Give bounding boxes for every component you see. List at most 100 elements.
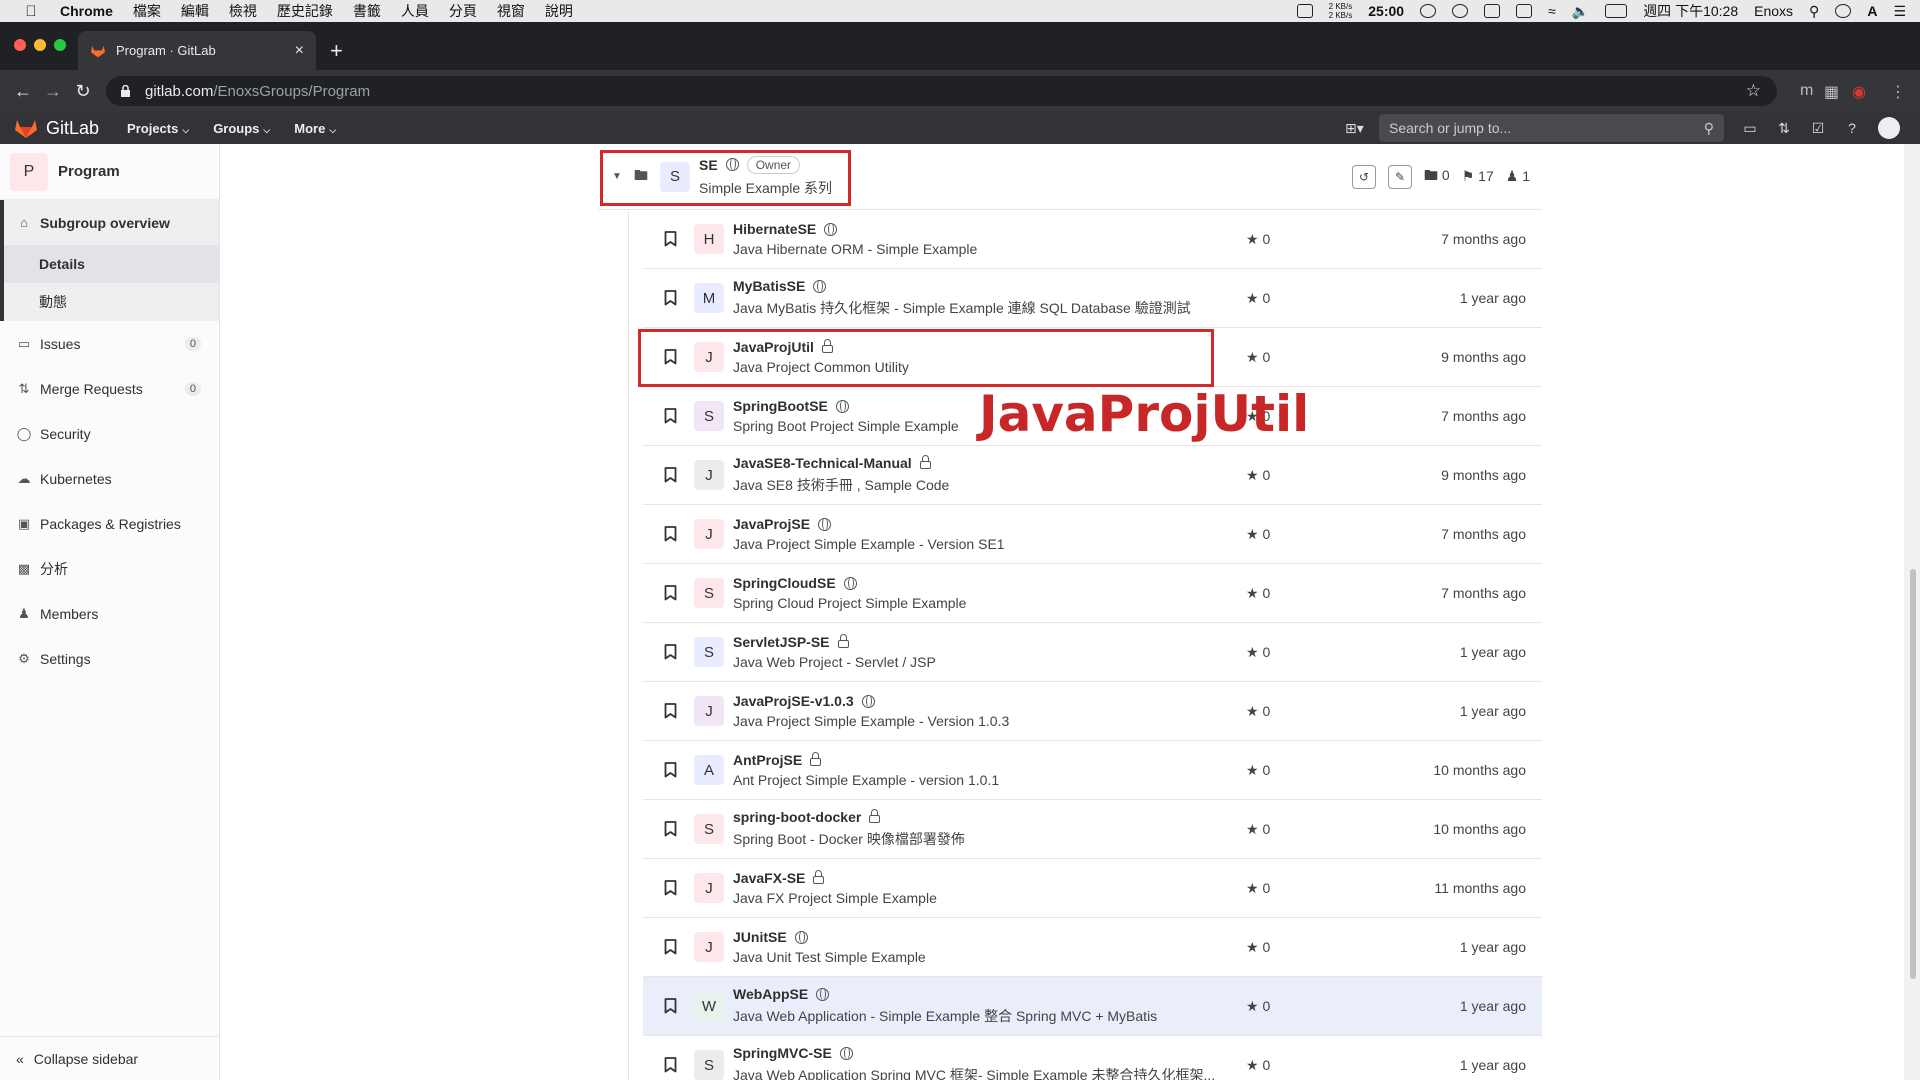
new-item-icon[interactable]: ⊞▾	[1345, 120, 1364, 136]
project-row[interactable]: W WebAppSE Java Web Application - Simple E…	[643, 977, 1542, 1036]
menu-view[interactable]: 檢視	[229, 1, 257, 21]
sidebar-item-security[interactable]: ◯ Security	[0, 411, 219, 456]
chat-icon[interactable]	[1452, 4, 1469, 18]
user-avatar[interactable]	[1878, 117, 1900, 139]
cloud-icon[interactable]	[1420, 4, 1437, 18]
help-icon[interactable]: ?	[1844, 120, 1860, 136]
project-row[interactable]: M MyBatisSE Java MyBatis 持久化框架 - Simple Ex…	[643, 269, 1542, 328]
input-method-icon[interactable]: A	[1867, 3, 1877, 19]
wifi-icon[interactable]: ≈	[1548, 3, 1556, 19]
menu-file[interactable]: 檔案	[133, 1, 161, 21]
project-name[interactable]: JavaProjSE	[733, 516, 810, 532]
gitlab-logo[interactable]: GitLab	[14, 117, 99, 139]
collapse-sidebar-button[interactable]: « Collapse sidebar	[0, 1036, 220, 1080]
project-name[interactable]: ServletJSP-SE	[733, 634, 830, 650]
sidebar-item-analytics[interactable]: ▩ 分析	[0, 546, 219, 591]
notification-center-icon[interactable]: ☰	[1893, 3, 1906, 20]
project-name[interactable]: SpringCloudSE	[733, 575, 836, 591]
project-row[interactable]: Sspring-boot-docker Spring Boot - Docker …	[643, 800, 1542, 859]
sidebar-item-merge-requests[interactable]: ⇅ Merge Requests 0	[0, 366, 219, 411]
project-row[interactable]: A AntProjSE Ant Project Simple Example - v…	[643, 741, 1542, 800]
zoom-window-button[interactable]	[54, 39, 66, 51]
reload-icon[interactable]: ↻	[68, 81, 98, 102]
project-row[interactable]: J JavaProjUtil Java Project Common Utility…	[643, 328, 1542, 387]
project-row[interactable]: S SpringMVC-SE Java Web Application Spring…	[643, 1036, 1542, 1080]
todos-icon[interactable]: ☑	[1810, 120, 1826, 136]
subgroup-name[interactable]: SE	[699, 157, 718, 173]
new-tab-button[interactable]: +	[330, 38, 343, 64]
search-input[interactable]: Search or jump to... ⚲	[1379, 114, 1724, 142]
display-icon[interactable]	[1296, 4, 1313, 18]
project-name[interactable]: JUnitSE	[733, 929, 787, 945]
sidebar-item-settings[interactable]: ⚙ Settings	[0, 636, 219, 681]
project-row[interactable]: S ServletJSP-SE Java Web Project - Servlet…	[643, 623, 1542, 682]
sidebar-item-packages[interactable]: ▣ Packages & Registries	[0, 501, 219, 546]
browser-tab-active[interactable]: Program · GitLab ×	[78, 31, 316, 70]
sidebar-item-kubernetes[interactable]: ☁ Kubernetes	[0, 456, 219, 501]
menu-window[interactable]: 視窗	[497, 1, 525, 21]
nav-more[interactable]: More ⌵	[294, 121, 336, 136]
project-name[interactable]: MyBatisSE	[733, 278, 805, 294]
close-tab-icon[interactable]: ×	[295, 42, 304, 60]
menubar-clock[interactable]: 週四 下午10:28	[1643, 1, 1738, 21]
project-row[interactable]: J JavaProjSE-v1.0.3 Java Project Simple Ex…	[643, 682, 1542, 741]
issues-nav-icon[interactable]: ▭	[1742, 120, 1758, 136]
sidebar-item-subgroup-overview[interactable]: ⌂ Subgroup overview	[4, 200, 219, 245]
forward-icon[interactable]: →	[38, 81, 68, 102]
menu-bookmarks[interactable]: 書籤	[353, 1, 381, 21]
sidebar-subitem-activity[interactable]: 動態	[4, 283, 219, 321]
apple-icon[interactable]: 	[20, 3, 42, 20]
profile-icon[interactable]: ◉	[1852, 82, 1866, 102]
chevron-down-icon[interactable]: ▼	[612, 171, 628, 182]
screen-icon[interactable]	[1516, 4, 1533, 18]
subgroup-row[interactable]: ▼ 🖿 S SE Owner Simple Example 系列 ↺ ✎ 🖿 0…	[598, 144, 1542, 210]
project-name[interactable]: JavaProjUtil	[733, 339, 814, 355]
sidebar-item-issues[interactable]: ▭ Issues 0	[0, 321, 219, 366]
project-name[interactable]: WebAppSE	[733, 986, 808, 1002]
address-bar[interactable]: gitlab.com /EnoxsGroups/Program ☆	[106, 76, 1777, 106]
project-row[interactable]: J JUnitSE Java Unit Test Simple Example ★ 0…	[643, 918, 1542, 977]
project-name[interactable]: JavaSE8-Technical-Manual	[733, 455, 912, 471]
close-window-button[interactable]	[14, 39, 26, 51]
menubar-user[interactable]: Enoxs	[1754, 3, 1793, 19]
sidebar-subitem-details[interactable]: Details	[4, 245, 219, 283]
project-name[interactable]: JavaFX-SE	[733, 870, 805, 886]
menu-app-name[interactable]: Chrome	[60, 3, 113, 19]
leave-group-button[interactable]: ↺	[1352, 164, 1377, 189]
project-row[interactable]: J JavaSE8-Technical-Manual Java SE8 技術手冊 ,…	[643, 446, 1542, 505]
project-row[interactable]: J JavaFX-SE Java FX Project Simple Example…	[643, 859, 1542, 918]
project-name[interactable]: SpringBootSE	[733, 398, 828, 414]
project-row[interactable]: J JavaProjSE Java Project Simple Example -…	[643, 505, 1542, 564]
project-name[interactable]: spring-boot-docker	[733, 809, 861, 825]
scrollbar-thumb[interactable]	[1910, 569, 1916, 979]
menu-edit[interactable]: 編輯	[181, 1, 209, 21]
nav-groups[interactable]: Groups ⌵	[213, 121, 270, 136]
extension-icon[interactable]: m	[1800, 82, 1813, 100]
chrome-menu-icon[interactable]: ⋮	[1890, 82, 1906, 102]
siri-icon[interactable]	[1835, 4, 1852, 18]
bookmark-star-icon[interactable]: ☆	[1746, 81, 1761, 101]
project-row[interactable]: S SpringCloudSE Spring Cloud Project Simpl…	[643, 564, 1542, 623]
menu-people[interactable]: 人員	[401, 1, 429, 21]
project-row[interactable]: H HibernateSE Java Hibernate ORM - Simple …	[643, 210, 1542, 269]
menu-tab[interactable]: 分頁	[449, 1, 477, 21]
battery-icon[interactable]	[1605, 4, 1628, 18]
merge-requests-nav-icon[interactable]: ⇅	[1776, 120, 1792, 136]
page-scrollbar[interactable]	[1904, 144, 1920, 1080]
edit-group-button[interactable]: ✎	[1388, 164, 1413, 189]
project-name[interactable]: AntProjSE	[733, 752, 802, 768]
menu-history[interactable]: 歷史記錄	[277, 1, 333, 21]
sidebar-context[interactable]: P Program	[0, 144, 219, 200]
link-icon[interactable]	[1484, 4, 1501, 18]
timer-readout[interactable]: 25:00	[1368, 3, 1404, 19]
project-name[interactable]: SpringMVC-SE	[733, 1045, 832, 1061]
extensions-puzzle-icon[interactable]: ▦	[1824, 82, 1839, 102]
nav-projects[interactable]: Projects ⌵	[127, 121, 189, 136]
volume-icon[interactable]: 🔈	[1572, 3, 1589, 20]
back-icon[interactable]: ←	[8, 81, 38, 102]
sidebar-item-members[interactable]: ♟ Members	[0, 591, 219, 636]
menu-help[interactable]: 說明	[545, 1, 573, 21]
project-name[interactable]: HibernateSE	[733, 221, 816, 237]
project-name[interactable]: JavaProjSE-v1.0.3	[733, 693, 854, 709]
minimize-window-button[interactable]	[34, 39, 46, 51]
